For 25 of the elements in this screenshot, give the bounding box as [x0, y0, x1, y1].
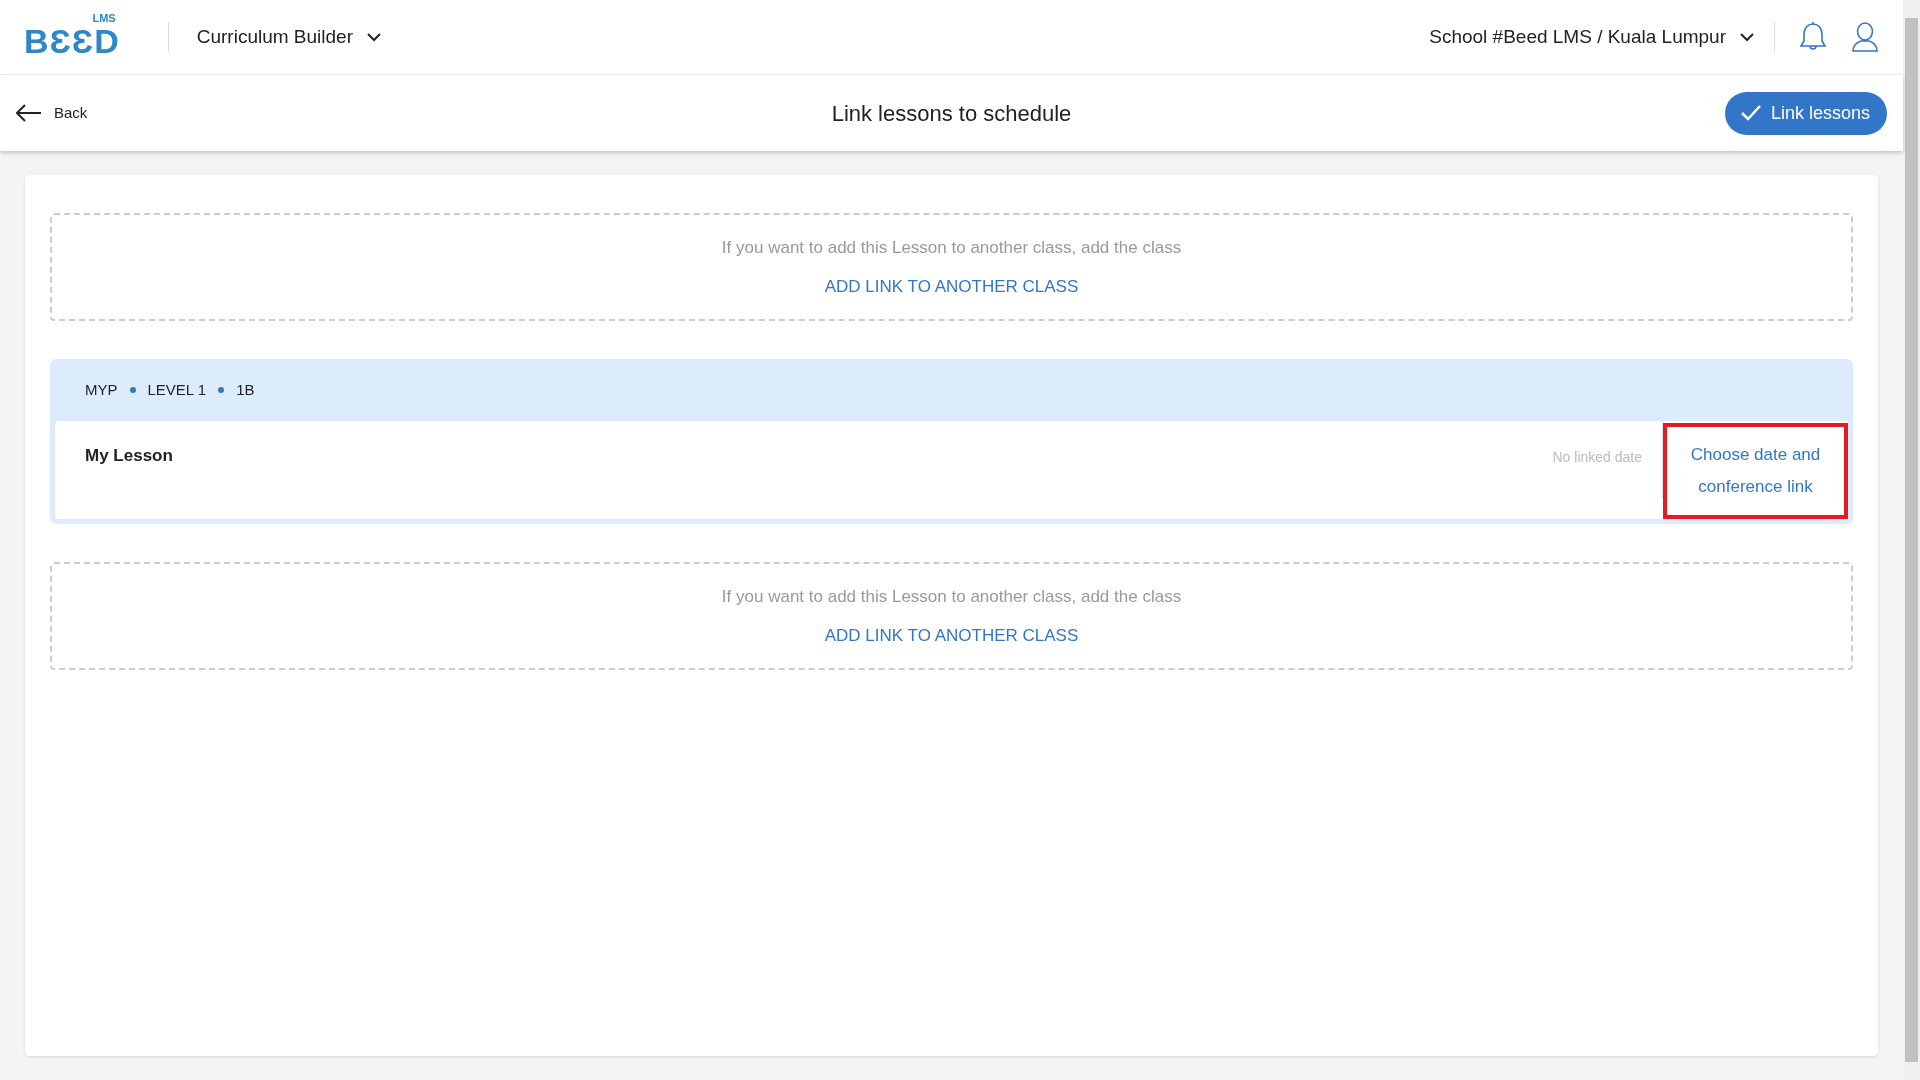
page-title: Link lessons to schedule [831, 99, 1072, 128]
hint-text: If you want to add this Lesson to another class, add the class [721, 585, 1182, 608]
bell-icon[interactable] [1799, 21, 1827, 53]
breadcrumb-item: MYP [85, 379, 118, 400]
breadcrumb-item: LEVEL 1 [147, 379, 207, 400]
logo[interactable]: BƐƐD LMS [24, 14, 120, 60]
chevron-down-icon [367, 32, 381, 42]
user-icon[interactable] [1851, 21, 1879, 53]
check-icon [1740, 105, 1761, 121]
separator-dot [218, 387, 225, 393]
module-dropdown[interactable]: Curriculum Builder [192, 18, 385, 56]
arrow-left-icon [16, 104, 42, 122]
link-lessons-button[interactable]: Link lessons [1724, 91, 1887, 135]
school-dropdown[interactable]: School #Beed LMS / Kuala Lumpur [1425, 18, 1758, 56]
breadcrumb-item: 1B [236, 379, 255, 400]
choose-date-link[interactable]: Choose date and conference link [1667, 438, 1844, 504]
separator-dot [129, 387, 136, 393]
scrollbar[interactable] [1903, 0, 1920, 1080]
hint-text: If you want to add this Lesson to another class, add the class [721, 236, 1182, 259]
date-status: No linked date [1552, 421, 1663, 499]
back-link[interactable]: Back [16, 101, 216, 125]
add-link-button[interactable]: ADD LINK TO ANOTHER CLASS [824, 274, 1079, 300]
chevron-down-icon [1740, 32, 1754, 42]
lesson-title: My Lesson [84, 445, 174, 467]
add-link-button[interactable]: ADD LINK TO ANOTHER CLASS [824, 623, 1079, 649]
